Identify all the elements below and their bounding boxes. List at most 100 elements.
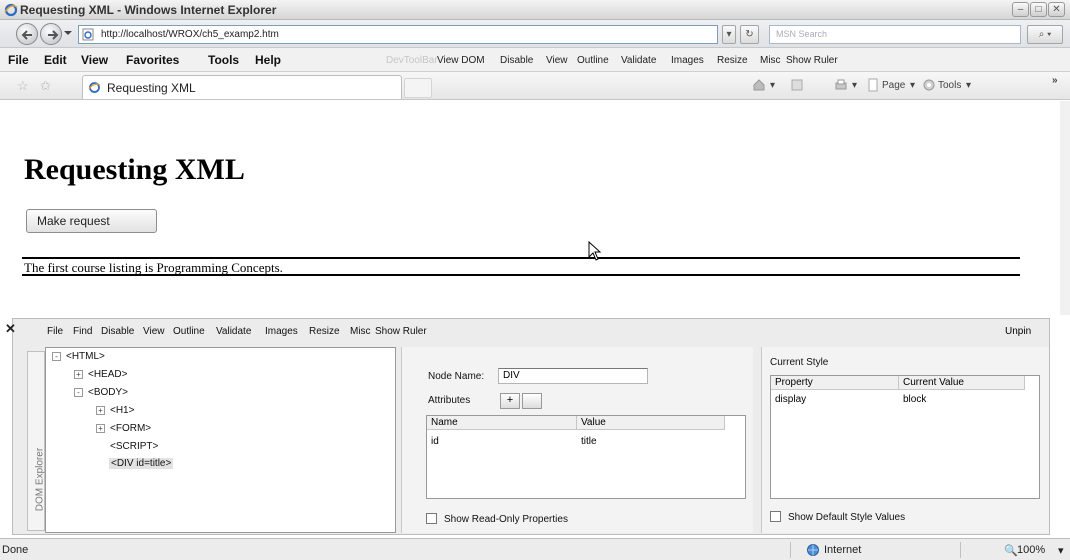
add-favorites-icon[interactable]: ✩ (40, 78, 51, 94)
dom-menu-disable[interactable]: Disable (101, 326, 134, 337)
print-icon[interactable] (834, 78, 848, 92)
expand-form-icon[interactable]: + (96, 424, 105, 433)
menu-view[interactable]: View (81, 53, 108, 67)
remove-attribute-button[interactable] (522, 393, 542, 409)
refresh-button[interactable]: ↻ (740, 25, 759, 44)
style-header-property[interactable]: Property (771, 376, 899, 390)
devtoolbar-misc[interactable]: Misc (760, 55, 781, 66)
node-name-label: Node Name: (428, 371, 485, 382)
feeds-icon[interactable] (790, 78, 804, 92)
tab-requesting-xml[interactable]: Requesting XML (82, 75, 402, 99)
devtoolbar-disable[interactable]: Disable (500, 55, 533, 66)
make-request-button[interactable]: Make request (26, 209, 157, 233)
current-style-label: Current Style (770, 357, 829, 368)
home-dropdown-icon[interactable]: ▾ (770, 80, 775, 91)
devtoolbar-validate[interactable]: Validate (621, 55, 656, 66)
zoom-level[interactable]: 100% (1017, 544, 1045, 556)
dom-menu-view[interactable]: View (143, 326, 165, 337)
tree-node-script[interactable]: <SCRIPT> (110, 441, 158, 452)
title-div: The first course listing is Programming … (22, 257, 1020, 276)
show-default-style-checkbox[interactable] (770, 511, 781, 522)
dom-explorer-panel: ✕ File Find Disable View Outline Validat… (5, 318, 1050, 535)
current-style-pane: Current Style Property Current Value dis… (761, 347, 1049, 533)
devtoolbar-outline[interactable]: Outline (577, 55, 609, 66)
dom-menu-resize[interactable]: Resize (309, 326, 340, 337)
attr-header-value[interactable]: Value (577, 416, 725, 430)
dom-tree[interactable]: - <HTML> + <HEAD> - <BODY> + <H1> + <FOR… (45, 347, 396, 533)
address-input[interactable]: http://localhost/WROX/ch5_examp2.htm (78, 25, 718, 44)
search-placeholder: MSN Search (776, 29, 828, 39)
devtoolbar-label: DevToolBar (386, 55, 438, 66)
expand-h1-icon[interactable]: + (96, 406, 105, 415)
maximize-button[interactable]: □ (1030, 2, 1047, 17)
favorites-center-icon[interactable]: ☆ (17, 78, 29, 94)
style-header-value[interactable]: Current Value (899, 376, 1025, 390)
chevron-more-icon[interactable]: » (1052, 75, 1058, 86)
dom-menu-validate[interactable]: Validate (216, 326, 251, 337)
page-heading: Requesting XML (24, 153, 245, 186)
style-cell-property[interactable]: display (775, 394, 806, 405)
add-attribute-button[interactable]: + (500, 393, 520, 409)
unpin-button[interactable]: Unpin (1005, 326, 1031, 337)
node-name-field[interactable]: DIV (498, 368, 648, 384)
minimize-button[interactable]: – (1012, 2, 1029, 17)
tree-node-div-title[interactable]: <DIV id=title> (109, 458, 174, 469)
dom-menu-outline[interactable]: Outline (173, 326, 205, 337)
page-icon (82, 28, 94, 41)
tools-gear-icon (923, 79, 935, 91)
close-window-button[interactable]: ✕ (1048, 2, 1065, 17)
tree-node-h1[interactable]: <H1> (110, 405, 134, 416)
collapse-body-icon[interactable]: - (74, 388, 83, 397)
page-menu[interactable]: Page (882, 80, 905, 91)
menu-edit[interactable]: Edit (44, 53, 67, 67)
menu-file[interactable]: File (8, 53, 29, 67)
dom-menu-images[interactable]: Images (265, 326, 298, 337)
mouse-pointer-icon (588, 241, 602, 261)
collapse-html-icon[interactable]: - (52, 352, 61, 361)
dom-menu-find[interactable]: Find (73, 326, 92, 337)
tree-node-form[interactable]: <FORM> (110, 423, 151, 434)
forward-button[interactable] (40, 23, 62, 45)
address-dropdown-button[interactable]: ▾ (722, 25, 736, 44)
tools-dropdown-icon[interactable]: ▾ (966, 80, 971, 91)
style-cell-value[interactable]: block (903, 394, 926, 405)
dom-menu-show-ruler[interactable]: Show Ruler (375, 326, 427, 337)
style-grid[interactable]: Property Current Value display block (770, 375, 1040, 499)
expand-head-icon[interactable]: + (74, 370, 83, 379)
devtoolbar-view-dom[interactable]: View DOM (437, 55, 485, 66)
show-readonly-checkbox[interactable] (426, 513, 437, 524)
title-div-text: The first course listing is Programming … (24, 260, 283, 275)
devtoolbar-resize[interactable]: Resize (717, 55, 748, 66)
zoom-dropdown-icon[interactable]: ▾ (1058, 544, 1064, 557)
globe-icon (807, 544, 819, 556)
dom-menu-misc[interactable]: Misc (350, 326, 371, 337)
page-dropdown-icon[interactable]: ▾ (910, 80, 915, 91)
home-icon[interactable] (752, 78, 766, 92)
close-icon[interactable]: ✕ (5, 321, 16, 337)
menu-help[interactable]: Help (255, 53, 281, 67)
attr-header-name[interactable]: Name (427, 416, 577, 430)
tab-bar: ☆ ✩ Requesting XML ▾ ▾ Page ▾ Tools ▾ » (0, 72, 1070, 100)
dom-menu-file[interactable]: File (47, 326, 63, 337)
attr-cell-name[interactable]: id (431, 436, 439, 447)
devtoolbar-show-ruler[interactable]: Show Ruler (786, 55, 838, 66)
attributes-grid[interactable]: Name Value id title (426, 415, 746, 499)
menu-tools[interactable]: Tools (208, 53, 239, 67)
recent-pages-dropdown-icon[interactable] (64, 31, 72, 35)
search-input[interactable]: MSN Search (769, 25, 1021, 44)
tree-node-head[interactable]: <HEAD> (88, 369, 127, 380)
attr-cell-value[interactable]: title (581, 436, 597, 447)
devtoolbar-view[interactable]: View (546, 55, 568, 66)
tree-node-body[interactable]: <BODY> (88, 387, 128, 398)
menu-favorites[interactable]: Favorites (126, 53, 179, 67)
new-tab-button[interactable] (404, 78, 432, 98)
security-zone[interactable]: Internet (824, 544, 861, 556)
search-button[interactable]: ⌕ ▾ (1027, 25, 1063, 44)
print-dropdown-icon[interactable]: ▾ (852, 80, 857, 91)
tools-menu[interactable]: Tools (938, 80, 961, 91)
devtoolbar-images[interactable]: Images (671, 55, 704, 66)
tree-node-html[interactable]: <HTML> (66, 351, 105, 362)
back-button[interactable] (16, 23, 38, 45)
status-separator (790, 542, 791, 558)
window-title: Requesting XML - Windows Internet Explor… (20, 3, 277, 17)
